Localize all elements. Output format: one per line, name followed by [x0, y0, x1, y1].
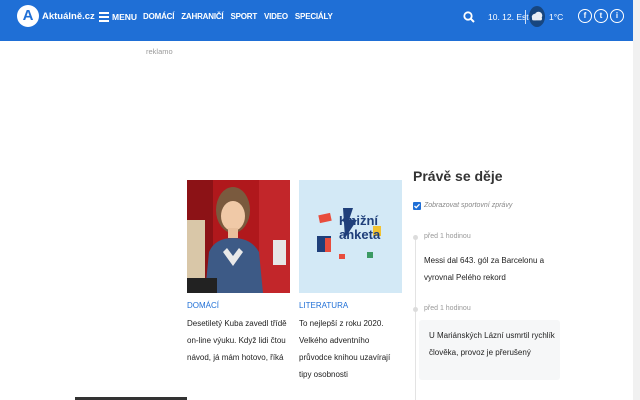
article-category[interactable]: LITERATURA	[299, 301, 402, 310]
checkmark-icon	[414, 203, 420, 209]
feed-item[interactable]: Messi dal 643. gól za Barcelonu a vyrovn…	[419, 245, 560, 297]
weather-cloud-icon	[529, 6, 545, 27]
timeline-dot	[413, 307, 418, 312]
article-category[interactable]: DOMÁCÍ	[187, 301, 290, 310]
article-image-boy[interactable]	[187, 180, 290, 293]
article-card[interactable]: DOMÁCÍ Desetiletý Kuba zavedl třídě on-l…	[187, 180, 290, 366]
facebook-icon[interactable]: f	[578, 9, 592, 23]
menu-button[interactable]: MENU	[99, 10, 137, 24]
feed-item-time: před 1 hodinou	[424, 305, 471, 312]
nav-item-video[interactable]: VIDEO	[264, 12, 288, 21]
main-nav: DOMÁCÍ ZAHRANIČÍ SPORT VIDEO SPECIÁLY	[143, 12, 340, 21]
temperature: 1°C	[549, 12, 564, 22]
feed-item-text[interactable]: Messi dal 643. gól za Barcelonu a vyrovn…	[419, 245, 560, 286]
live-feed-title: Právě se děje	[413, 168, 503, 184]
article-image-book-poll[interactable]: Knižní anketa	[299, 180, 402, 293]
timeline-line	[415, 235, 416, 400]
menu-label: MENU	[112, 12, 138, 22]
scrollbar[interactable]	[633, 0, 640, 400]
nav-item-specialy[interactable]: SPECIÁLY	[295, 12, 333, 21]
logo-letter: A	[22, 7, 34, 24]
site-logo[interactable]: A	[17, 5, 39, 27]
article-card[interactable]: Knižní anketa LITERATURA To nejlepší z r…	[299, 180, 402, 383]
feed-item-text[interactable]: U Mariánských Lázní usmrtil rychlík člov…	[419, 320, 560, 361]
sport-news-checkbox-label[interactable]: Zobrazovat sportovní zprávy	[424, 202, 512, 209]
ad-label: reklamo	[146, 47, 173, 56]
article-headline[interactable]: Desetiletý Kuba zavedl třídě on-line výu…	[187, 315, 290, 366]
article-headline[interactable]: To nejlepší z roku 2020. Velkého adventn…	[299, 315, 402, 383]
twitter-icon[interactable]: t	[594, 9, 608, 23]
nav-item-domaci[interactable]: DOMÁCÍ	[143, 12, 174, 21]
divider	[525, 10, 526, 24]
hamburger-icon	[99, 12, 109, 22]
nav-item-zahranici[interactable]: ZAHRANIČÍ	[181, 12, 223, 21]
book-poll-title: Knižní anketa	[339, 213, 381, 242]
feed-item-time: před 1 hodinou	[424, 233, 471, 240]
instagram-icon[interactable]: i	[610, 9, 624, 23]
sport-news-checkbox[interactable]	[413, 202, 421, 210]
nav-item-sport[interactable]: SPORT	[230, 12, 257, 21]
feed-item[interactable]: U Mariánských Lázní usmrtil rychlík člov…	[419, 320, 560, 380]
timeline-dot	[413, 235, 418, 240]
logo-text[interactable]: Aktuálně.cz	[42, 11, 95, 22]
top-navigation-bar: A Aktuálně.cz MENU DOMÁCÍ ZAHRANIČÍ SPOR…	[0, 0, 633, 41]
search-icon[interactable]	[463, 11, 475, 23]
